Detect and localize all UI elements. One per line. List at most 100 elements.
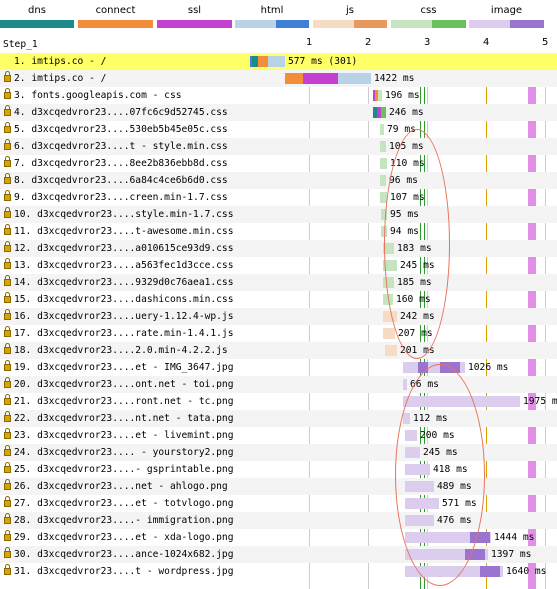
request-row[interactable]: 28. d3xcqedvror23....- immigration.png 47… (0, 512, 557, 529)
request-row[interactable]: 30. d3xcqedvror23....ance-1024x682.jpg 13… (0, 546, 557, 563)
request-row[interactable]: 11. d3xcqedvror23....t-awesome.min.css 94… (0, 223, 557, 240)
request-row[interactable]: 6. d3xcqedvror23....t - style.min.css 105… (0, 138, 557, 155)
request-row[interactable]: 18. d3xcqedvror23....2.0.min-4.2.2.js 201… (0, 342, 557, 359)
legend-label: ssl (187, 5, 202, 16)
request-row[interactable]: 5. d3xcqedvror23....530eb5b45e05c.css 79 … (0, 121, 557, 138)
request-name: 23. d3xcqedvror23....et - livemint.png (14, 430, 234, 441)
request-name: 13. d3xcqedvror23....a563fec1d3cce.css (14, 260, 234, 271)
request-time: 246 ms (389, 107, 424, 118)
request-label: 3. fonts.googleapis.com - css (0, 87, 250, 104)
request-label: 19. d3xcqedvror23....et - IMG_3647.jpg (0, 359, 250, 376)
request-row[interactable]: 29. d3xcqedvror23....et - xda-logo.png 14… (0, 529, 557, 546)
request-time: 1026 ms (468, 362, 509, 373)
waterfall-chart: Step_1 1 2 3 4 5 1. imtips.co - / 577 ms (301… (0, 36, 557, 589)
timing-bar-segment (405, 447, 420, 458)
lock-icon (4, 343, 11, 354)
timing-bar-segment (405, 498, 439, 509)
request-label: 22. d3xcqedvror23....nt.net - tata.png (0, 410, 250, 427)
legend-item-html: html (235, 0, 309, 34)
request-row[interactable]: 19. d3xcqedvror23....et - IMG_3647.jpg 10… (0, 359, 557, 376)
request-name: 1. imtips.co - / (14, 56, 107, 67)
request-name: 5. d3xcqedvror23....530eb5b45e05c.css (14, 124, 228, 135)
request-label: 1. imtips.co - / (0, 53, 250, 70)
lock-icon (4, 88, 11, 99)
timing-bar-segment (383, 294, 393, 305)
timing-bar-segment (405, 430, 417, 441)
request-row[interactable]: 3. fonts.googleapis.com - css 196 ms (0, 87, 557, 104)
lock-icon (4, 207, 11, 218)
request-name: 17. d3xcqedvror23....rate.min-1.4.1.js (14, 328, 234, 339)
timing-bar-segment (440, 362, 460, 373)
legend-label: dns (28, 5, 46, 16)
request-row[interactable]: 4. d3xcqedvror23....07fc6c9d52745.css 246… (0, 104, 557, 121)
lock-icon (4, 309, 11, 320)
timing-bar-segment (403, 379, 407, 390)
lock-icon (4, 547, 11, 558)
request-time: 1975 ms (523, 396, 557, 407)
legend-item-ssl: ssl (157, 0, 232, 34)
lock-icon (4, 428, 11, 439)
request-row[interactable]: 8. d3xcqedvror23....6a84c4ce6b6d0.css 96 … (0, 172, 557, 189)
request-row[interactable]: 21. d3xcqedvror23....ront.net - tc.png 19… (0, 393, 557, 410)
request-row[interactable]: 23. d3xcqedvror23....et - livemint.png 20… (0, 427, 557, 444)
request-name: 4. d3xcqedvror23....07fc6c9d52745.css (14, 107, 228, 118)
request-name: 30. d3xcqedvror23....ance-1024x682.jpg (14, 549, 234, 560)
legend-swatch (391, 20, 466, 28)
request-row[interactable]: 24. d3xcqedvror23.... - yourstory2.png 24… (0, 444, 557, 461)
lock-icon (4, 564, 11, 575)
request-time: 183 ms (397, 243, 432, 254)
timing-bar-segment (383, 260, 397, 271)
request-row[interactable]: 25. d3xcqedvror23....- gsprintable.png 41… (0, 461, 557, 478)
request-row[interactable]: 27. d3xcqedvror23....et - totvlogo.png 57… (0, 495, 557, 512)
request-label: 6. d3xcqedvror23....t - style.min.css (0, 138, 250, 155)
request-row[interactable]: 9. d3xcqedvror23....creen.min-1.7.css 107… (0, 189, 557, 206)
time-tick-2: 2 (365, 37, 372, 48)
request-time: 200 ms (420, 430, 455, 441)
request-label: 2. imtips.co - / (0, 70, 250, 87)
request-label: 8. d3xcqedvror23....6a84c4ce6b6d0.css (0, 172, 250, 189)
request-row[interactable]: 7. d3xcqedvror23....8ee2b836ebb8d.css 110… (0, 155, 557, 172)
request-label: 17. d3xcqedvror23....rate.min-1.4.1.js (0, 325, 250, 342)
request-name: 10. d3xcqedvror23....style.min-1.7.css (14, 209, 234, 220)
request-label: 30. d3xcqedvror23....ance-1024x682.jpg (0, 546, 250, 563)
request-name: 18. d3xcqedvror23....2.0.min-4.2.2.js (14, 345, 228, 356)
request-row[interactable]: 26. d3xcqedvror23....net - ahlogo.png 489… (0, 478, 557, 495)
request-row[interactable]: 20. d3xcqedvror23....ont.net - toi.png 66… (0, 376, 557, 393)
legend-label: js (346, 5, 354, 16)
lock-icon (4, 292, 11, 303)
request-name: 12. d3xcqedvror23....a010615ce93d9.css (14, 243, 234, 254)
request-row[interactable]: 14. d3xcqedvror23....9329d0c76aea1.css 18… (0, 274, 557, 291)
request-row[interactable]: 1. imtips.co - / 577 ms (301) (0, 53, 557, 70)
request-name: 14. d3xcqedvror23....9329d0c76aea1.css (14, 277, 234, 288)
request-name: 27. d3xcqedvror23....et - totvlogo.png (14, 498, 234, 509)
timing-bar-segment (383, 277, 394, 288)
legend-item-css: css (391, 0, 466, 34)
request-name: 31. d3xcqedvror23....t - wordpress.jpg (14, 566, 234, 577)
timing-bar-segment (338, 73, 371, 84)
timing-bar-segment (383, 243, 394, 254)
request-time: 112 ms (413, 413, 448, 424)
request-row[interactable]: 15. d3xcqedvror23....dashicons.min.css 16… (0, 291, 557, 308)
legend-label: image (490, 5, 523, 16)
request-time: 245 ms (423, 447, 458, 458)
request-row[interactable]: 22. d3xcqedvror23....nt.net - tata.png 11… (0, 410, 557, 427)
request-label: 10. d3xcqedvror23....style.min-1.7.css (0, 206, 250, 223)
lock-icon (4, 496, 11, 507)
legend-swatch (78, 20, 153, 28)
request-row[interactable]: 12. d3xcqedvror23....a010615ce93d9.css 18… (0, 240, 557, 257)
request-name: 15. d3xcqedvror23....dashicons.min.css (14, 294, 234, 305)
request-row[interactable]: 17. d3xcqedvror23....rate.min-1.4.1.js 20… (0, 325, 557, 342)
request-row[interactable]: 10. d3xcqedvror23....style.min-1.7.css 95… (0, 206, 557, 223)
request-row[interactable]: 31. d3xcqedvror23....t - wordpress.jpg 16… (0, 563, 557, 580)
request-row[interactable]: 13. d3xcqedvror23....a563fec1d3cce.css 24… (0, 257, 557, 274)
request-name: 6. d3xcqedvror23....t - style.min.css (14, 141, 228, 152)
timing-bar-segment (383, 328, 395, 339)
request-time: 1640 ms (506, 566, 547, 577)
request-time: 96 ms (389, 175, 418, 186)
request-time: 577 ms (301) (288, 56, 358, 67)
request-label: 7. d3xcqedvror23....8ee2b836ebb8d.css (0, 155, 250, 172)
request-row[interactable]: 2. imtips.co - / 1422 ms (0, 70, 557, 87)
request-row[interactable]: 16. d3xcqedvror23....uery-1.12.4-wp.js 24… (0, 308, 557, 325)
lock-icon (4, 241, 11, 252)
header-row: Step_1 (0, 36, 557, 53)
